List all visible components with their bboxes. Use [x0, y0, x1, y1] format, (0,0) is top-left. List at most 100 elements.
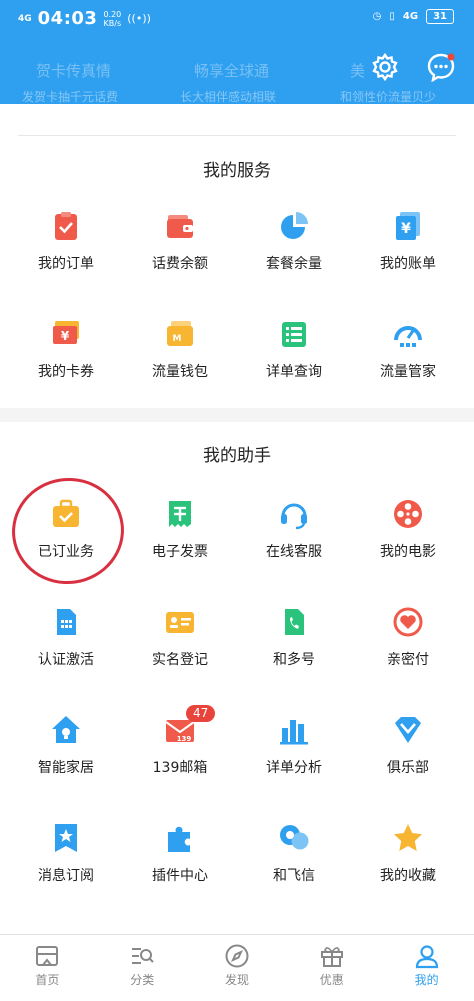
headset-icon — [281, 503, 307, 530]
assistant-e-invoice[interactable]: 电子发票 — [123, 484, 237, 592]
compass-icon — [225, 944, 249, 968]
data-wallet-icon: M — [167, 321, 193, 346]
service-data-manager[interactable]: 流量管家 — [351, 304, 465, 412]
puzzle-icon — [168, 826, 190, 852]
svg-text:¥: ¥ — [401, 221, 411, 237]
assistant-label: 亲密付 — [387, 652, 429, 668]
message-icon[interactable] — [426, 52, 456, 82]
tab-category[interactable]: 分类 — [95, 935, 190, 1001]
service-label: 我的卡券 — [38, 364, 94, 380]
service-package-remaining[interactable]: 套餐余量 — [237, 196, 351, 304]
assistant-my-favorites[interactable]: 我的收藏 — [351, 808, 465, 916]
service-balance[interactable]: 话费余额 — [123, 196, 237, 304]
service-detail-query[interactable]: 详单查询 — [237, 304, 351, 412]
tab-label: 优惠 — [319, 973, 344, 987]
bar-chart-icon — [280, 720, 308, 745]
banner-ghost-subtitle: 发贺卡抽千元话费 — [22, 90, 119, 104]
user-icon — [415, 945, 438, 969]
service-data-wallet[interactable]: M 流量钱包 — [123, 304, 237, 412]
assistant-my-movies[interactable]: 我的电影 — [351, 484, 465, 592]
banner-ghost-subtitle: 长大相伴感动相联 — [180, 90, 277, 104]
assistant-label: 智能家居 — [38, 760, 94, 776]
banner-ghost-subtitle: 和领性价流量贝少 — [340, 90, 437, 104]
assistant-label: 在线客服 — [266, 544, 322, 560]
assistant-club[interactable]: 俱乐部 — [351, 700, 465, 808]
network-type: 4G — [402, 11, 419, 22]
service-my-orders[interactable]: 我的订单 — [9, 196, 123, 304]
svg-text:139: 139 — [177, 735, 192, 743]
divider — [18, 135, 456, 136]
battery-indicator: 31 — [426, 9, 454, 24]
assistant-label: 插件中心 — [152, 868, 208, 884]
assistant-smart-home[interactable]: 智能家居 — [9, 700, 123, 808]
wallet-icon — [167, 215, 193, 238]
tab-home[interactable]: 首页 — [0, 935, 95, 1001]
tab-label: 首页 — [35, 973, 60, 987]
status-bar: 4G 04:03 0.20 KB/s ((•)) ◷ ▯ 4G 31 — [0, 0, 474, 36]
signal-indicator: 4G — [18, 13, 32, 24]
assistant-label: 电子发票 — [152, 544, 208, 560]
service-label: 流量钱包 — [152, 364, 208, 380]
assistant-139-mail[interactable]: 139 139邮箱 — [123, 700, 237, 808]
tab-label: 发现 — [224, 973, 249, 987]
settings-gear-icon[interactable] — [370, 52, 400, 82]
assistant-label: 详单分析 — [266, 760, 322, 776]
service-my-coupons[interactable]: ¥ 我的卡券 — [9, 304, 123, 412]
clock: 04:03 — [37, 8, 98, 29]
tab-offers[interactable]: 优惠 — [284, 935, 379, 1001]
assistant-verify-activate[interactable]: 认证激活 — [9, 592, 123, 700]
section-separator — [0, 408, 474, 422]
banner-ghost-title: 美 — [350, 62, 366, 80]
service-label: 套餐余量 — [266, 256, 322, 272]
multi-number-icon — [285, 609, 304, 635]
section-title-services: 我的服务 — [203, 161, 271, 181]
order-icon — [55, 212, 77, 240]
service-label: 详单查询 — [266, 364, 322, 380]
assistant-plugin-center[interactable]: 插件中心 — [123, 808, 237, 916]
assistant-label: 我的收藏 — [380, 868, 436, 884]
assistant-multi-number[interactable]: 和多号 — [237, 592, 351, 700]
heart-pay-icon — [393, 607, 423, 637]
assistant-fetion[interactable]: 和飞信 — [237, 808, 351, 916]
assistant-label: 消息订阅 — [38, 868, 94, 884]
services-grid: 我的订单 话费余额 套餐余量 ¥ 我的账单 ¥ 我的卡券 M 流量钱包 详单查询… — [0, 196, 474, 412]
bottom-tab-bar: 首页 分类 发现 优惠 我的 — [0, 934, 474, 1001]
assistant-intimate-pay[interactable]: 亲密付 — [351, 592, 465, 700]
home-icon — [36, 946, 59, 966]
assistant-label: 和多号 — [273, 652, 315, 668]
assistant-detail-analysis[interactable]: 详单分析 — [237, 700, 351, 808]
chat-bubbles-icon — [280, 825, 309, 850]
id-card-icon — [166, 612, 194, 633]
star-icon — [394, 824, 422, 851]
assistant-label: 139邮箱 — [152, 760, 208, 776]
banner-ghost-title: 贺卡传真情 — [36, 62, 112, 80]
service-label: 话费余额 — [152, 256, 208, 272]
pie-chart-icon — [281, 212, 308, 239]
assistant-label: 和飞信 — [273, 868, 315, 884]
svg-text:¥: ¥ — [61, 329, 70, 343]
mail-unread-badge: 47 — [186, 705, 216, 722]
network-speed: 0.20 KB/s — [103, 9, 122, 28]
assistant-label: 认证激活 — [38, 652, 94, 668]
smart-home-icon — [52, 716, 80, 743]
assistant-label: 俱乐部 — [387, 760, 429, 776]
diamond-icon — [395, 717, 421, 743]
vibrate-icon: ▯ — [389, 11, 395, 22]
banner-ghost-title: 畅享全球通 — [194, 62, 270, 80]
assistant-online-service[interactable]: 在线客服 — [237, 484, 351, 592]
assistant-real-name[interactable]: 实名登记 — [123, 592, 237, 700]
subscribe-icon — [55, 824, 77, 852]
service-label: 我的订单 — [38, 256, 94, 272]
assistant-label: 实名登记 — [152, 652, 208, 668]
tab-discover[interactable]: 发现 — [190, 935, 285, 1001]
category-icon — [132, 948, 154, 964]
svg-text:M: M — [173, 334, 182, 344]
assistant-message-subscribe[interactable]: 消息订阅 — [9, 808, 123, 916]
assistant-label: 我的电影 — [380, 544, 436, 560]
alarm-icon: ◷ — [372, 11, 382, 22]
tab-mine[interactable]: 我的 — [379, 935, 474, 1001]
hotspot-icon: ((•)) — [127, 12, 151, 25]
service-my-bill[interactable]: ¥ 我的账单 — [351, 196, 465, 304]
service-label: 流量管家 — [380, 364, 436, 380]
gift-icon — [320, 947, 343, 967]
